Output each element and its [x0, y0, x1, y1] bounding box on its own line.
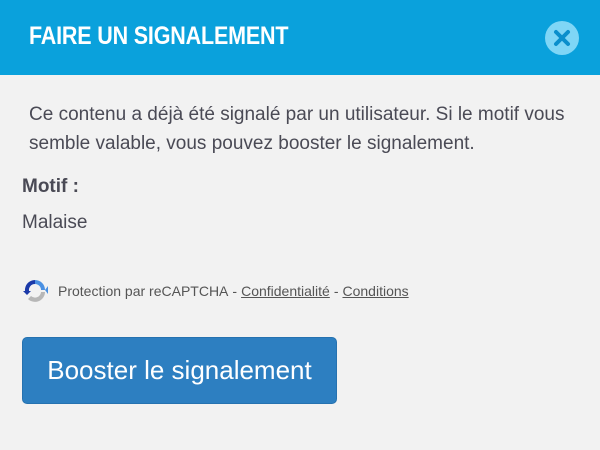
- privacy-link[interactable]: Confidentialité: [241, 283, 330, 299]
- motif-label: Motif :: [22, 176, 79, 197]
- close-button[interactable]: [545, 21, 579, 55]
- modal-title: FAIRE UN SIGNALEMENT: [29, 22, 289, 50]
- terms-link[interactable]: Conditions: [342, 283, 408, 299]
- boost-report-button[interactable]: Booster le signalement: [22, 337, 337, 404]
- separator: -: [232, 283, 238, 299]
- motif-value: Malaise: [22, 212, 88, 233]
- modal-header: FAIRE UN SIGNALEMENT: [0, 0, 600, 75]
- report-description: Ce contenu a déjà été signalé par un uti…: [29, 104, 565, 154]
- close-icon: [554, 30, 570, 46]
- recaptcha-notice: Protection par reCAPTCHA - Confidentiali…: [22, 277, 409, 305]
- recaptcha-text: Protection par reCAPTCHA: [58, 283, 229, 299]
- report-modal: FAIRE UN SIGNALEMENT Ce contenu a déjà é…: [0, 0, 600, 450]
- separator: -: [333, 283, 339, 299]
- recaptcha-icon: [23, 279, 48, 302]
